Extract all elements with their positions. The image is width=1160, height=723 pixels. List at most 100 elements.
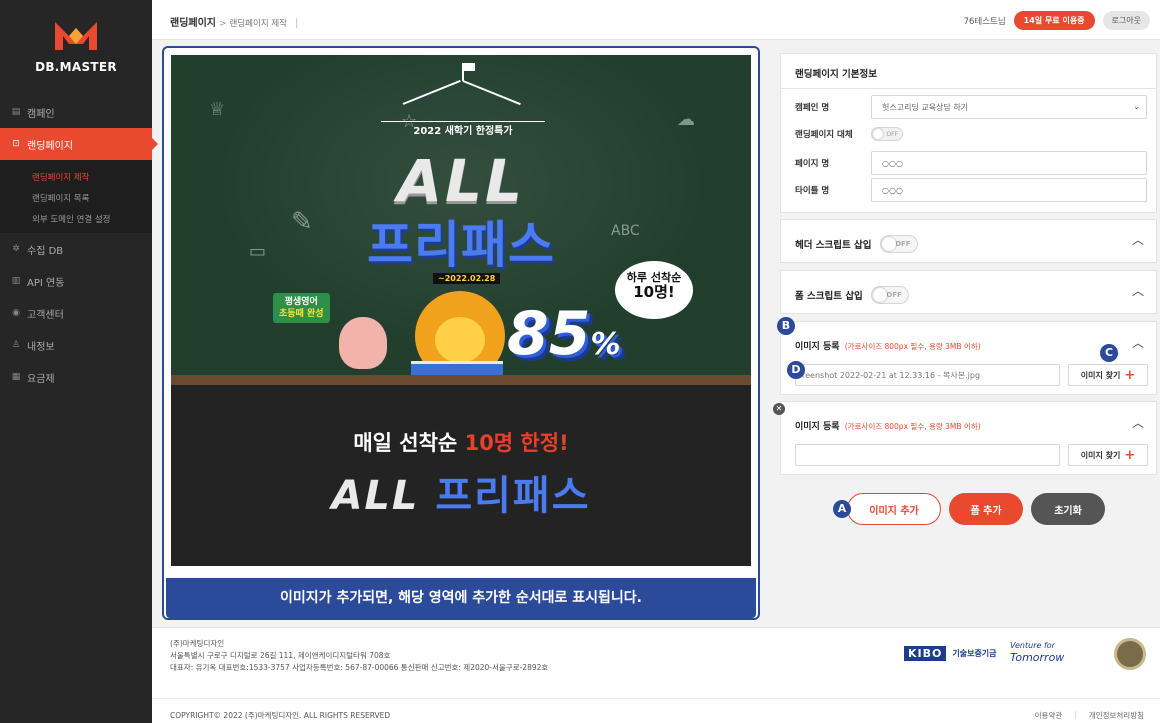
chevron-up-icon[interactable]: ︿ (1132, 414, 1144, 431)
header-script-toggle[interactable]: OFF (879, 235, 918, 253)
find-image-button[interactable]: 이미지 찾기 + (1068, 444, 1148, 466)
breadcrumb: 랜딩페이지 > 랜딩페이지 제작 | (170, 14, 298, 29)
company-address: 서울특별시 구로구 디지털로 26길 111, 제이앤케이디지털타워 708호 (170, 651, 391, 660)
form-script-toggle[interactable]: OFF (870, 286, 909, 304)
image-register-head: 이미지 등록 (가로사이즈 800px 필수, 용량 3MB 이하) (795, 419, 981, 432)
form-script-title: 폼 스크립트 삽입 (795, 291, 863, 302)
page-name-value: ○○○ (882, 158, 903, 168)
sidebar-item-landing-page[interactable]: ⊡ 랜딩페이지 (0, 128, 158, 160)
privacy-link[interactable]: 개인정보처리방침 (1089, 710, 1144, 721)
sidebar-item-campaign[interactable]: ▤ 캠페인 (0, 96, 152, 128)
top-header: 랜딩페이지 > 랜딩페이지 제작 | 76테스트님 14일 무료 이용중 로그아웃 (152, 0, 1160, 40)
sticker-line-1: 평생영어 (284, 297, 318, 307)
divider (781, 88, 1156, 89)
sticker-line-2: 초등때 완성 (279, 309, 324, 319)
trial-badge-button[interactable]: 14일 무료 이용중 (1013, 11, 1095, 30)
sidebar-nav: ▤ 캠페인 ⊡ 랜딩페이지 랜딩페이지 제작 랜딩페이지 목록 외부 도메인 연… (0, 96, 158, 393)
user-name: 76테스트님 (963, 16, 1006, 27)
file-path-input[interactable] (795, 444, 1060, 466)
chevron-down-icon: ⌄ (1133, 102, 1140, 111)
sidebar-item-collect-db[interactable]: ✲ 수집 DB (0, 233, 152, 265)
marker-a: A (833, 500, 851, 518)
title-row: 타이틀 명 ○○○ (795, 178, 1147, 202)
landing-page-icon: ⊡ (12, 139, 20, 149)
venture-line-2: Tomorrow (1010, 651, 1065, 664)
terms-link[interactable]: 이용약관 (1035, 710, 1063, 721)
venture-logo: Venture for Tomorrow (1010, 640, 1064, 664)
collect-db-icon: ✲ (12, 244, 20, 254)
star-icon: ☆ (401, 111, 418, 132)
sidebar-submenu: 랜딩페이지 제작 랜딩페이지 목록 외부 도메인 연결 설정 (0, 160, 152, 233)
kibo-mark: KIBO (904, 646, 947, 661)
footer: (주)마케팅디자인 서울특별시 구로구 디지털로 26길 111, 제이앤케이디… (152, 627, 1160, 723)
add-image-button[interactable]: 이미지 추가 (847, 493, 941, 525)
sidebar-item-label: 랜딩페이지 (27, 140, 73, 152)
lower-line-2-text: ALL (331, 473, 436, 519)
breadcrumb-root[interactable]: 랜딩페이지 (170, 18, 216, 29)
reset-button[interactable]: 초기화 (1031, 493, 1105, 525)
remove-image-icon[interactable]: ✕ (773, 403, 785, 415)
header-script-panel[interactable]: 헤더 스크립트 삽입 OFF ︿ (780, 219, 1157, 263)
kibo-text: 기술보증기금 (952, 649, 997, 658)
flag-icon (464, 63, 475, 71)
replace-label: 랜딩페이지 대체 (795, 130, 853, 140)
logout-button[interactable]: 로그아웃 (1102, 11, 1150, 30)
page-name-label: 페이지 명 (795, 159, 830, 169)
sidebar-sub-domain-settings[interactable]: 외부 도메인 연결 설정 (0, 208, 152, 229)
sidebar-sub-landing-list[interactable]: 랜딩페이지 목록 (0, 187, 152, 208)
plus-icon: + (1124, 447, 1136, 463)
chalkboard-background: 2022 새학기 한정특가 ☆ ♕ ✎ ▭ ABC ☁ ALL 프리패스 ~20… (171, 55, 751, 381)
campaign-row: 캠페인 명 헛스고리딩 교육상담 하기 ⌄ (795, 95, 1147, 119)
lower-line-1-text: 매일 선착순 (353, 431, 465, 455)
marker-d: D (787, 361, 805, 379)
sidebar-item-label: 고객센터 (27, 309, 64, 321)
add-form-button[interactable]: 폼 추가 (949, 493, 1023, 525)
user-icon: ♙ (11, 340, 21, 350)
page-name-input[interactable]: ○○○ (871, 151, 1147, 175)
company-biz-info: 대표자: 유기옥 대표번호:1533-3757 사업자등록번호: 567-87-… (170, 663, 549, 672)
replace-toggle[interactable]: OFF (871, 127, 903, 141)
sidebar-item-label: 캠페인 (27, 108, 55, 120)
chevron-up-icon[interactable]: ︿ (1132, 282, 1144, 299)
chevron-up-icon[interactable]: ︿ (1132, 334, 1144, 351)
title-input[interactable]: ○○○ (871, 178, 1147, 202)
kibo-logo: KIBO 기술보증기금 (904, 646, 997, 661)
file-path-input[interactable]: reenshot 2022-02-21 at 12.33.16 - 복사본.jp… (795, 364, 1060, 386)
chevron-up-icon[interactable]: ︿ (1132, 231, 1144, 248)
find-image-label: 이미지 찾기 (1080, 450, 1121, 460)
header-script-head: 헤더 스크립트 삽입 OFF (795, 235, 918, 253)
api-icon: ▥ (11, 276, 21, 286)
certification-seal-icon (1114, 638, 1146, 670)
campaign-value: 헛스고리딩 교육상담 하기 (882, 102, 969, 112)
find-image-button[interactable]: 이미지 찾기 + (1068, 364, 1148, 386)
company-info: (주)마케팅디자인 서울특별시 구로구 디지털로 26길 111, 제이앤케이디… (170, 638, 548, 674)
form-script-panel[interactable]: 폼 스크립트 삽입 OFF ︿ (780, 270, 1157, 314)
sidebar-item-api[interactable]: ▥ API 연동 (0, 265, 152, 297)
image-register-note: (가로사이즈 800px 필수, 용량 3MB 이하) (844, 342, 981, 351)
campaign-select[interactable]: 헛스고리딩 교육상담 하기 ⌄ (871, 95, 1147, 119)
billing-icon: ▦ (11, 372, 21, 382)
sidebar-item-support[interactable]: ◉ 고객센터 (0, 297, 152, 329)
image-register-title: 이미지 등록 (795, 422, 840, 432)
image-register-head: 이미지 등록 (가로사이즈 800px 필수, 용량 3MB 이하) (795, 339, 981, 352)
toggle-text: OFF (886, 291, 902, 299)
image-register-title: 이미지 등록 (795, 342, 840, 352)
cloud-icon: ☁ (677, 109, 695, 130)
sidebar-item-label: 수집 DB (27, 245, 64, 257)
copyright: COPYRIGHT© 2022 (주)마케팅디자인. ALL RIGHTS RE… (170, 711, 391, 720)
logo[interactable]: DB.MASTER (0, 18, 152, 74)
basic-info-panel: 랜딩페이지 기본정보 캠페인 명 헛스고리딩 교육상담 하기 ⌄ 랜딩페이지 대… (780, 53, 1157, 213)
preview-frame: 2022 새학기 한정특가 ☆ ♕ ✎ ▭ ABC ☁ ALL 프리패스 ~20… (162, 46, 760, 620)
file-row: 이미지 찾기 + (795, 444, 1148, 466)
basic-info-title: 랜딩페이지 기본정보 (795, 69, 877, 80)
image-register-panel-1: 이미지 등록 (가로사이즈 800px 필수, 용량 3MB 이하) ︿ ree… (780, 321, 1157, 395)
sidebar-item-my-info[interactable]: ♙ 내정보 (0, 329, 152, 361)
campaign-label: 캠페인 명 (795, 103, 830, 113)
sidebar-sub-landing-create[interactable]: 랜딩페이지 제작 (0, 166, 152, 187)
title-value: ○○○ (882, 185, 903, 195)
sidebar-item-billing[interactable]: ▦ 요금제 (0, 361, 152, 393)
plus-icon: + (1124, 367, 1136, 383)
fox-mascot (339, 317, 387, 369)
lower-line-2-highlight: 프리패스 (435, 473, 591, 519)
footer-links: 이용약관 | 개인정보처리방침 (1035, 710, 1144, 721)
